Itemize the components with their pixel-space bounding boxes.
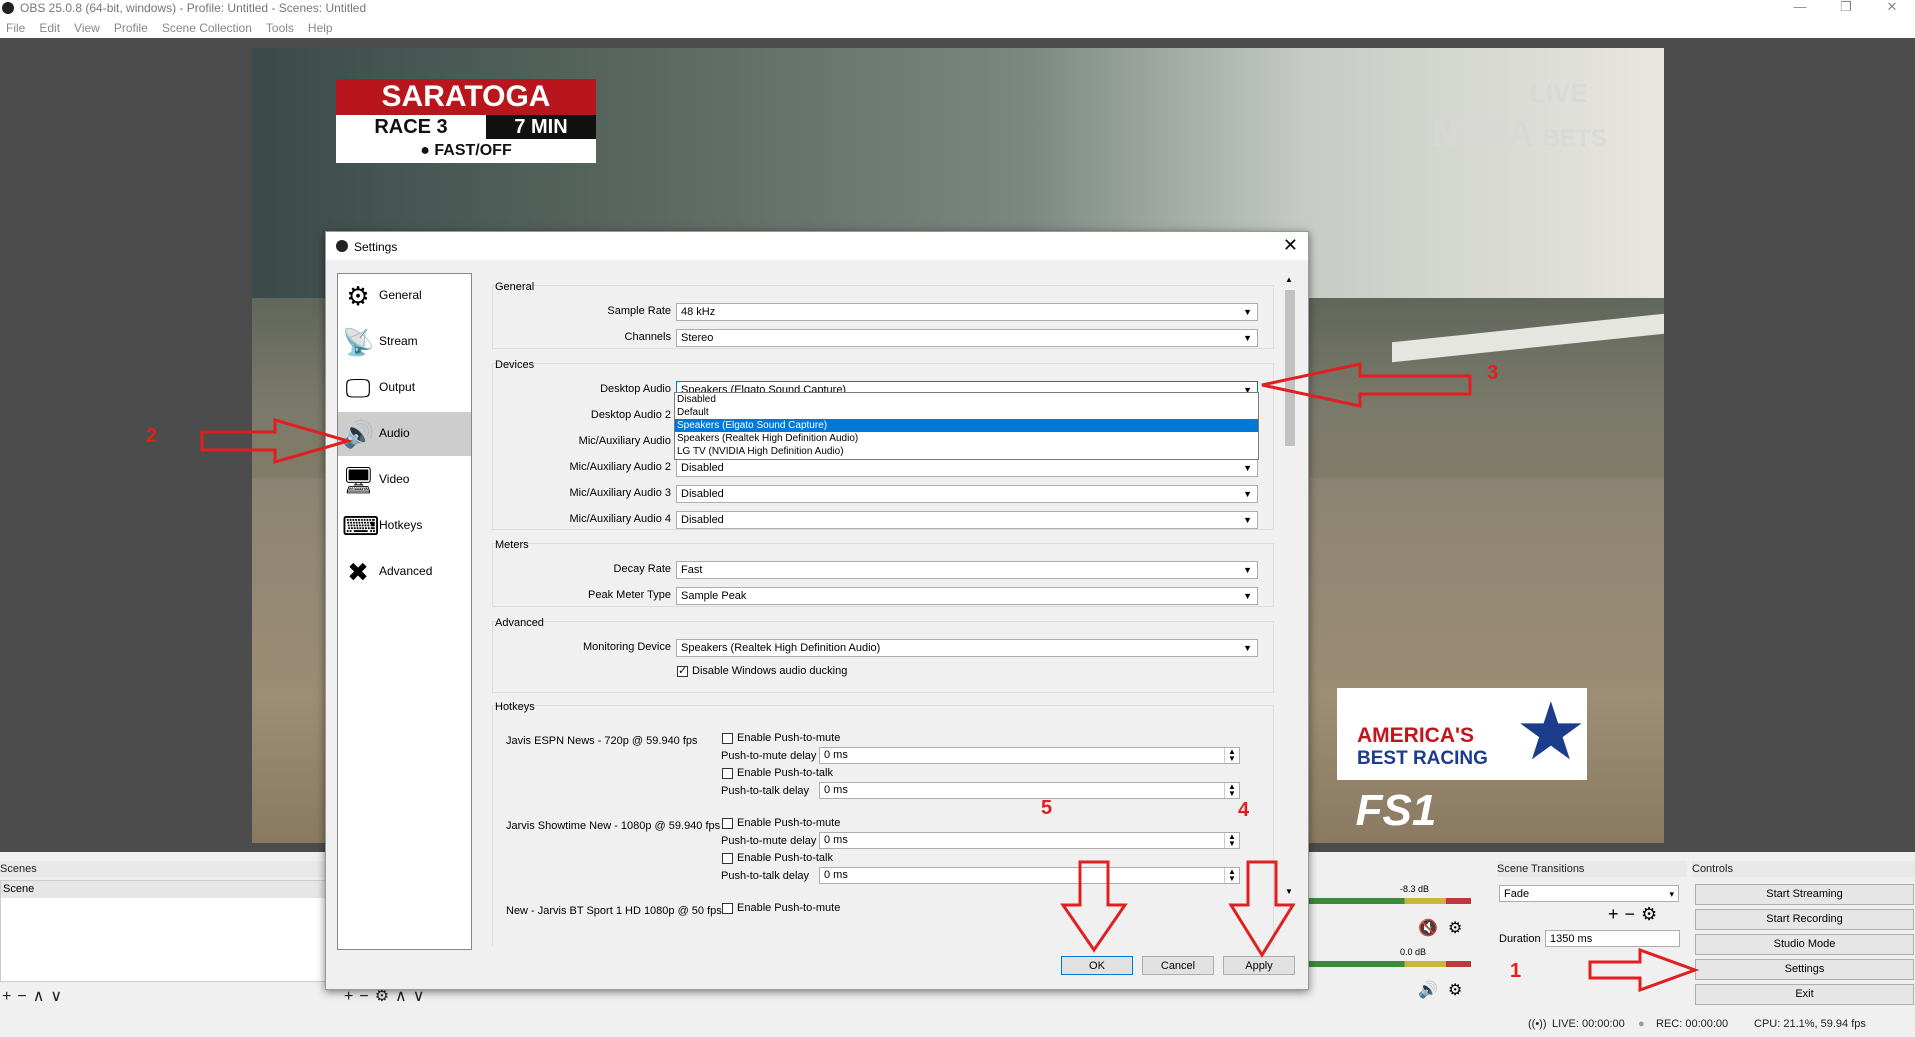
annotation-number-3: 3: [1487, 362, 1499, 384]
annotation-overlay: [200, 362, 1700, 993]
arrow-to-settings-icon: [1588, 947, 1700, 993]
arrow-to-desktop-audio-icon: [1261, 362, 1472, 408]
annotation-number-5: 5: [1041, 797, 1053, 819]
annotation-number-1: 1: [1510, 960, 1522, 982]
arrow-to-apply-icon: [1228, 860, 1296, 958]
arrow-to-audio-icon: [200, 418, 354, 464]
arrow-to-ok-icon: [1060, 860, 1128, 953]
annotation-number-4: 4: [1238, 799, 1250, 821]
annotation-number-2: 2: [146, 425, 158, 447]
